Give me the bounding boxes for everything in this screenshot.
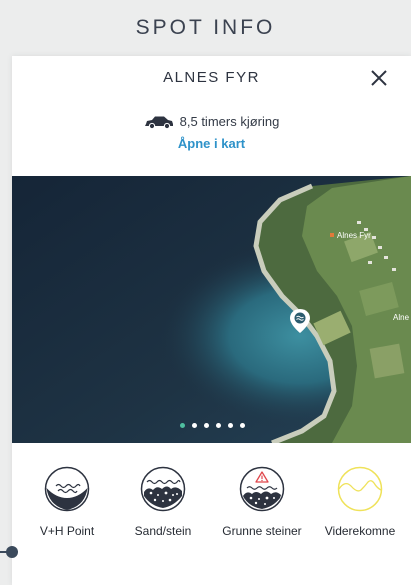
page-title: SPOT INFO xyxy=(135,16,276,39)
feature-label: Grunne steiner xyxy=(222,524,302,538)
drawer-handle[interactable] xyxy=(0,544,18,560)
carousel-dot[interactable] xyxy=(180,423,185,428)
feature-level: Viderekomne xyxy=(310,466,410,538)
drive-time: 8,5 timers kjøring xyxy=(179,114,280,129)
carousel-dot[interactable] xyxy=(240,423,245,428)
carousel-dot[interactable] xyxy=(204,423,209,428)
feature-hazard: Grunne steiner xyxy=(212,466,312,538)
spot-photo[interactable]: Alnes Fyr Alne xyxy=(12,176,411,443)
page-header: SPOT INFO xyxy=(0,0,411,56)
photo-edge-label: Alne xyxy=(393,313,410,322)
carousel-dot[interactable] xyxy=(192,423,197,428)
feature-label: Viderekomne xyxy=(324,524,396,538)
feature-break-type: V+H Point xyxy=(17,466,117,538)
close-icon[interactable] xyxy=(367,66,391,90)
car-icon xyxy=(144,116,173,129)
carousel-dot[interactable] xyxy=(216,423,221,428)
carousel-dot[interactable] xyxy=(228,423,233,428)
advanced-wave-icon xyxy=(337,466,383,512)
spot-features: V+H Point Sand/stein Grunne steiner Vide… xyxy=(12,466,411,546)
feature-label: V+H Point xyxy=(39,524,95,538)
feature-bottom-type: Sand/stein xyxy=(113,466,213,538)
spot-name: ALNES FYR xyxy=(163,69,260,86)
drawer-handle-knob[interactable] xyxy=(6,546,18,558)
shallow-rocks-warning-icon xyxy=(239,466,285,512)
sand-stone-icon xyxy=(140,466,186,512)
drive-time-row: 8,5 timers kjøring xyxy=(12,114,411,129)
carousel-dots xyxy=(180,423,245,428)
open-map-link[interactable]: Åpne i kart xyxy=(12,136,411,151)
wave-point-icon xyxy=(44,466,90,512)
spot-info-card: ALNES FYR 8,5 timers kjøring Åpne i kart xyxy=(12,56,411,585)
feature-label: Sand/stein xyxy=(134,524,192,538)
photo-place-label: Alnes Fyr xyxy=(337,231,371,240)
